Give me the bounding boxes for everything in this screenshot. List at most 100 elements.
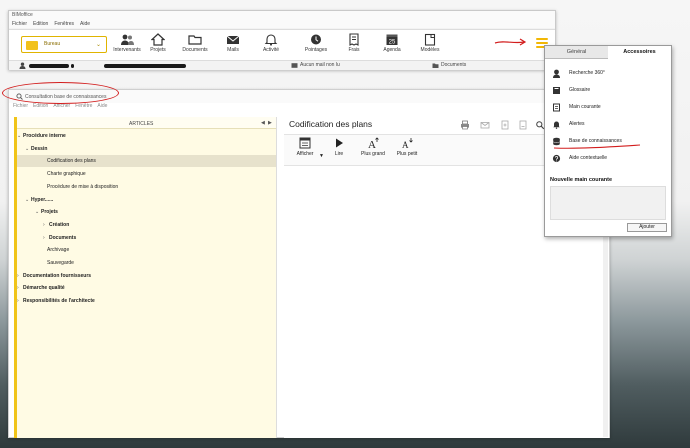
kb-menu-edition[interactable]: Edition — [33, 103, 48, 111]
kb-menu-fenetre[interactable]: Fenêtre — [75, 103, 92, 111]
accessory-glossaire[interactable]: Glossaire — [545, 84, 671, 98]
kb-menu-afficher[interactable]: Afficher — [53, 103, 70, 111]
toolbar-projets-label: Projets — [150, 47, 166, 53]
accessory-label: Alertes — [569, 121, 585, 127]
template-icon — [424, 33, 436, 46]
mail-status-icon — [291, 63, 298, 68]
chevron-right-icon[interactable]: › — [17, 273, 19, 279]
annotation-arrow — [494, 38, 527, 46]
tree-item-label: Archivage — [47, 247, 70, 254]
tree-item-label: Dessin — [31, 145, 48, 152]
menu-aide[interactable]: Aide — [80, 20, 90, 28]
new-article-icon[interactable] — [500, 120, 510, 130]
user-icon — [19, 62, 26, 69]
tree-item[interactable]: Archivage — [17, 244, 276, 256]
tree-item[interactable]: Sauvegarde — [17, 257, 276, 269]
tree-item-label: Codification des plans — [47, 158, 96, 165]
afficher-label: Afficher — [296, 151, 314, 157]
tree-item[interactable]: Charte graphique — [17, 168, 276, 180]
chevron-right-icon[interactable]: › — [43, 222, 45, 228]
tree-item[interactable]: ⌄ Procédure interne — [17, 130, 276, 142]
toolbar-mails-button[interactable]: Mails — [213, 33, 253, 60]
toolbar-documents-button[interactable]: Documents — [175, 33, 215, 60]
toolbar-pointages-label: Pointages — [304, 47, 328, 53]
tree-item[interactable]: › Création — [17, 219, 276, 231]
accessory-main-courante[interactable]: Main courante — [545, 101, 671, 115]
accessory-aide-contextuelle[interactable]: Aide contextuelle — [545, 152, 671, 166]
svg-text:A: A — [402, 140, 409, 149]
tree-item-label: Démarche qualité — [23, 285, 65, 292]
new-entry-textarea[interactable] — [550, 186, 666, 220]
tree-item[interactable]: › Documentation fournisseurs — [17, 270, 276, 282]
kb-menubar: Fichier Edition Afficher Fenêtre Aide — [13, 103, 107, 111]
kb-menu-aide[interactable]: Aide — [97, 103, 107, 111]
annotation-underline — [553, 144, 641, 149]
menu-fichier[interactable]: Fichier — [12, 20, 27, 28]
accessories-panel: Général Accessoires Recherche 360° Gloss… — [544, 45, 672, 237]
tree-item[interactable]: ⌄ Dessin — [17, 143, 276, 155]
menu-edition[interactable]: Edition — [33, 20, 48, 28]
plus-grand-button[interactable]: A Plus grand — [358, 137, 388, 157]
toolbar-frais-label: Frais — [348, 47, 360, 53]
tree-item[interactable]: › Démarche qualité — [17, 282, 276, 294]
menu-fenetres[interactable]: Fenêtres — [54, 20, 74, 28]
app-selector[interactable]: Bureau ⌄ — [21, 36, 107, 53]
accessory-recherche-360[interactable]: Recherche 360° — [545, 67, 671, 81]
clock-icon — [311, 34, 321, 45]
chevron-down-icon[interactable]: ⌄ — [35, 209, 39, 215]
expand-right-icon[interactable]: ▶ — [268, 120, 272, 126]
toolbar-frais-button[interactable]: Frais — [334, 33, 374, 60]
toolbar-activite-button[interactable]: Activité — [251, 33, 291, 60]
ajouter-button[interactable]: Ajouter — [627, 223, 667, 232]
tree-item[interactable]: Procédure de mise à disposition — [17, 181, 276, 193]
tree-item[interactable]: › Responsibilités de l'architecte — [17, 295, 276, 307]
chevron-right-icon[interactable]: › — [17, 285, 19, 291]
tree-item[interactable]: › Documents — [17, 232, 276, 244]
help-icon — [552, 154, 561, 163]
lire-label: Lire — [334, 151, 344, 157]
tab-accessoires[interactable]: Accessoires — [608, 46, 671, 59]
toolbar-projets-button[interactable]: Projets — [138, 33, 178, 60]
toolbar-agenda-button[interactable]: 25 Agenda — [372, 33, 412, 60]
chevron-right-icon[interactable]: › — [17, 298, 19, 304]
plus-petit-label: Plus petit — [396, 151, 418, 157]
tree-item-label: Projets — [41, 209, 58, 216]
main-toolbar: Bureau ⌄ Intervenants Projets Documents … — [9, 29, 555, 61]
accessory-alertes[interactable]: Alertes — [545, 118, 671, 132]
mail-article-icon[interactable] — [480, 120, 490, 130]
chevron-down-icon[interactable]: ⌄ — [17, 133, 21, 139]
tree-item[interactable]: Codification des plans — [17, 155, 276, 168]
mail-status-text[interactable]: Aucun mail non lu — [300, 62, 340, 69]
envelope-icon — [226, 35, 240, 44]
tree-item[interactable]: ⌄ Hyper...... — [17, 194, 276, 206]
print-icon[interactable] — [460, 120, 470, 130]
plus-grand-label: Plus grand — [361, 151, 385, 157]
font-smaller-icon: A — [402, 138, 413, 150]
tree-item-label: Responsibilités de l'architecte — [23, 298, 95, 305]
plus-petit-button[interactable]: A Plus petit — [394, 137, 420, 157]
chevron-right-icon[interactable]: › — [43, 235, 45, 241]
font-larger-icon: A — [368, 137, 379, 151]
panel-splitter[interactable] — [276, 117, 277, 438]
book-icon — [553, 87, 560, 94]
documents-status-text[interactable]: Documents — [441, 62, 466, 69]
lire-button[interactable]: Lire — [330, 137, 348, 157]
export-icon[interactable] — [518, 120, 528, 130]
toolbar-modeles-button[interactable]: Modèles — [410, 33, 450, 60]
tab-general[interactable]: Général — [545, 46, 608, 59]
tree-item[interactable]: ⌄ Projets — [17, 206, 276, 218]
new-entry-title: Nouvelle main courante — [550, 177, 613, 183]
redacted-user-name — [29, 64, 69, 68]
chevron-down-icon[interactable]: ⌄ — [25, 146, 29, 152]
collapse-left-icon[interactable]: ◀ — [261, 120, 265, 126]
chevron-down-icon[interactable]: ⌄ — [25, 197, 29, 203]
house-icon — [151, 33, 165, 46]
kb-menu-fichier[interactable]: Fichier — [13, 103, 28, 111]
play-icon — [336, 138, 343, 148]
receipt-icon — [349, 33, 359, 46]
afficher-button[interactable]: Afficher ▼ — [292, 137, 324, 159]
chevron-down-icon: ⌄ — [95, 42, 101, 48]
toolbar-pointages-button[interactable]: Pointages — [296, 33, 336, 60]
tree-item-label: Sauvegarde — [47, 260, 74, 266]
toolbar-agenda-label: Agenda — [383, 47, 401, 53]
